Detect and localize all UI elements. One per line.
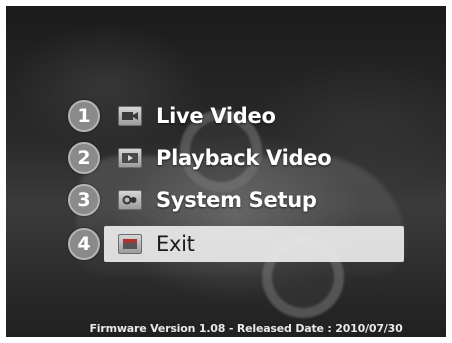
- menu-item-label: Exit: [156, 232, 195, 256]
- live-video-icon: [118, 106, 142, 126]
- item-number-badge: 2: [68, 142, 100, 174]
- exit-icon: [118, 234, 142, 254]
- menu-item-label: Live Video: [156, 104, 276, 128]
- firmware-version-text: Firmware Version 1.08 - Released Date : …: [89, 322, 403, 335]
- menu-item-playback-video[interactable]: 2 Playback Video: [68, 140, 398, 176]
- frame: 1 Live Video 2 Playback Video 3 System S…: [0, 0, 452, 343]
- menu-item-label: System Setup: [156, 188, 317, 212]
- main-menu: 1 Live Video 2 Playback Video 3 System S…: [0, 0, 452, 343]
- menu-item-label: Playback Video: [156, 146, 332, 170]
- item-number-badge: 4: [68, 228, 100, 260]
- item-number-badge: 1: [68, 100, 100, 132]
- item-number-badge: 3: [68, 184, 100, 216]
- playback-video-icon: [118, 148, 142, 168]
- menu-item-system-setup[interactable]: 3 System Setup: [68, 182, 398, 218]
- menu-item-live-video[interactable]: 1 Live Video: [68, 98, 398, 134]
- menu-item-exit[interactable]: 4 Exit: [68, 226, 404, 262]
- system-setup-icon: [118, 190, 142, 210]
